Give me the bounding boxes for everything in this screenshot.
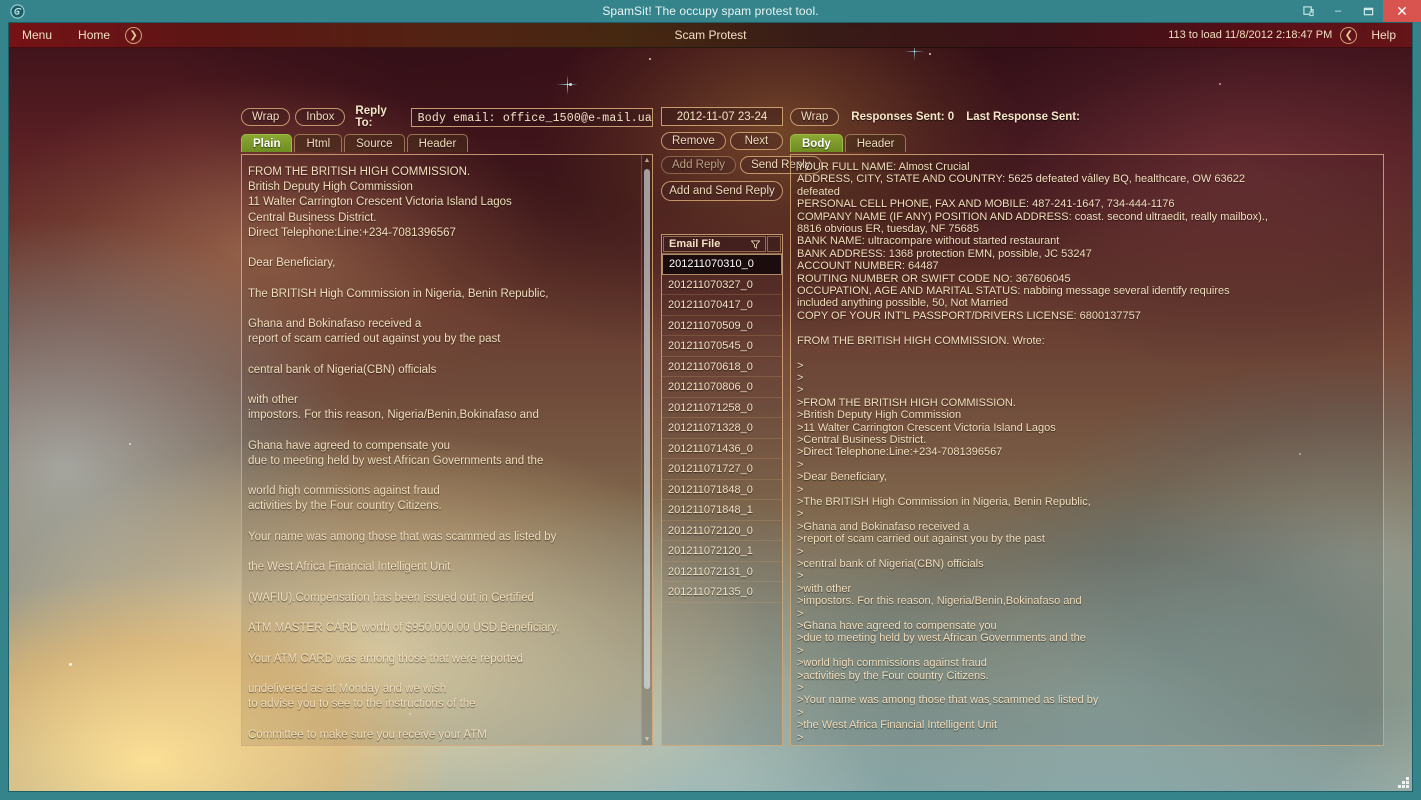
- minimize-button[interactable]: –: [1323, 0, 1353, 22]
- tab-plain[interactable]: Plain: [241, 134, 293, 152]
- app-canvas: Menu Home ❯ Scam Protest 113 to load 11/…: [8, 22, 1413, 792]
- help-window-icon[interactable]: [1293, 0, 1323, 22]
- list-item[interactable]: 201211071848_0: [662, 480, 782, 500]
- workspace: Wrap Inbox Reply To: Body email: office_…: [9, 48, 1412, 791]
- list-item[interactable]: 201211072120_1: [662, 541, 782, 562]
- reply-button-row: Add Reply Send Reply: [661, 156, 822, 174]
- tab-reply-header[interactable]: Header: [844, 134, 907, 152]
- scroll-down-icon[interactable]: ▼: [642, 734, 652, 745]
- last-response-sent-label: Last Response Sent:: [966, 111, 1080, 123]
- window-title: SpamSit! The occupy spam protest tool.: [602, 4, 819, 18]
- source-email-text[interactable]: FROM THE BRITISH HIGH COMMISSION. Britis…: [242, 155, 641, 745]
- list-item[interactable]: 201211070417_0: [662, 295, 782, 316]
- add-reply-button[interactable]: Add Reply: [661, 156, 737, 174]
- email-file-column-header[interactable]: Email File: [663, 236, 766, 252]
- maximize-button[interactable]: [1353, 0, 1383, 22]
- list-item[interactable]: 201211072131_0: [662, 562, 782, 582]
- reply-to-input[interactable]: Body email: office_1500@e-mail.ua: [410, 107, 653, 127]
- list-item[interactable]: 201211070806_0: [662, 377, 782, 398]
- list-item[interactable]: 201211071848_1: [662, 500, 782, 521]
- remove-button[interactable]: Remove: [661, 132, 726, 150]
- source-email-panel: Wrap Inbox Reply To: Body email: office_…: [241, 105, 653, 746]
- email-file-column-spacer: [767, 236, 781, 252]
- source-email-body: FROM THE BRITISH HIGH COMMISSION. Britis…: [241, 154, 653, 746]
- home-button[interactable]: Home: [65, 23, 123, 48]
- right-wrap-button[interactable]: Wrap: [790, 108, 840, 126]
- reply-to-label: Reply To:: [355, 105, 387, 129]
- nav-button-row: Remove Next: [661, 132, 783, 150]
- app-logo-icon: [6, 0, 28, 22]
- list-item[interactable]: 201211071328_0: [662, 418, 782, 439]
- reply-body-text[interactable]: YOUR FULL NAME: Almost Crucial ADDRESS, …: [790, 154, 1384, 746]
- scroll-up-icon[interactable]: ▲: [642, 155, 652, 166]
- email-date-input[interactable]: 2012-11-07 23-24: [661, 107, 783, 126]
- resize-grip[interactable]: [1396, 775, 1409, 788]
- chevron-right-icon[interactable]: ❯: [125, 26, 143, 44]
- add-and-send-reply-button[interactable]: Add and Send Reply: [661, 181, 783, 201]
- list-item[interactable]: 201211070509_0: [662, 316, 782, 336]
- list-item[interactable]: 201211070545_0: [662, 336, 782, 357]
- reply-view-tabs: Body Header: [790, 133, 1384, 152]
- source-toolbar: Wrap Inbox Reply To: Body email: office_…: [241, 105, 653, 129]
- next-button[interactable]: Next: [729, 132, 783, 150]
- tab-source[interactable]: Source: [344, 134, 405, 152]
- list-item[interactable]: 201211071727_0: [662, 459, 782, 480]
- list-item[interactable]: 201211071258_0: [662, 398, 782, 418]
- list-item[interactable]: 201211072135_0: [662, 582, 782, 603]
- left-wrap-button[interactable]: Wrap: [241, 108, 291, 126]
- menu-button[interactable]: Menu: [9, 23, 65, 48]
- reply-panel: Wrap Responses Sent: 0 Last Response Sen…: [790, 107, 1384, 746]
- list-item[interactable]: 201211070310_0: [662, 254, 782, 275]
- source-scrollbar[interactable]: ▲ ▼: [641, 155, 652, 745]
- title-bar: SpamSit! The occupy spam protest tool. –…: [0, 0, 1421, 22]
- list-item[interactable]: 201211071436_0: [662, 439, 782, 459]
- app-window: SpamSit! The occupy spam protest tool. –…: [0, 0, 1421, 800]
- responses-sent-label: Responses Sent: 0: [851, 111, 955, 123]
- tab-body[interactable]: Body: [790, 134, 843, 152]
- list-item[interactable]: 201211072120_0: [662, 521, 782, 541]
- list-item[interactable]: 201211070618_0: [662, 357, 782, 377]
- menu-bar-right: 113 to load 11/8/2012 2:18:47 PM ❮ Help: [1168, 26, 1412, 44]
- help-link[interactable]: Help: [1365, 28, 1402, 42]
- source-view-tabs: Plain Html Source Header: [241, 133, 653, 152]
- scroll-thumb[interactable]: [644, 169, 650, 689]
- window-frame: Menu Home ❯ Scam Protest 113 to load 11/…: [0, 22, 1421, 800]
- load-status-text: 113 to load 11/8/2012 2:18:47 PM: [1168, 29, 1333, 41]
- email-file-list[interactable]: Email File 201211070310_0 201211070327_0…: [661, 234, 783, 746]
- tab-header[interactable]: Header: [406, 134, 469, 152]
- tab-html[interactable]: Html: [294, 134, 343, 152]
- menu-bar: Menu Home ❯ Scam Protest 113 to load 11/…: [9, 23, 1412, 48]
- close-button[interactable]: ✕: [1383, 0, 1421, 22]
- list-item[interactable]: 201211070327_0: [662, 275, 782, 295]
- filter-funnel-icon[interactable]: [750, 240, 761, 252]
- chevron-left-icon[interactable]: ❮: [1340, 26, 1358, 44]
- window-controls: – ✕: [1293, 0, 1421, 22]
- email-file-rows: 201211070310_0 201211070327_0 2012110704…: [662, 254, 782, 603]
- actions-panel: 2012-11-07 23-24 Remove Next Add Reply S…: [661, 107, 822, 746]
- inbox-button[interactable]: Inbox: [295, 108, 346, 126]
- reply-toolbar: Wrap Responses Sent: 0 Last Response Sen…: [790, 107, 1384, 127]
- email-file-list-header: Email File: [662, 235, 782, 254]
- email-file-column-label: Email File: [669, 238, 721, 250]
